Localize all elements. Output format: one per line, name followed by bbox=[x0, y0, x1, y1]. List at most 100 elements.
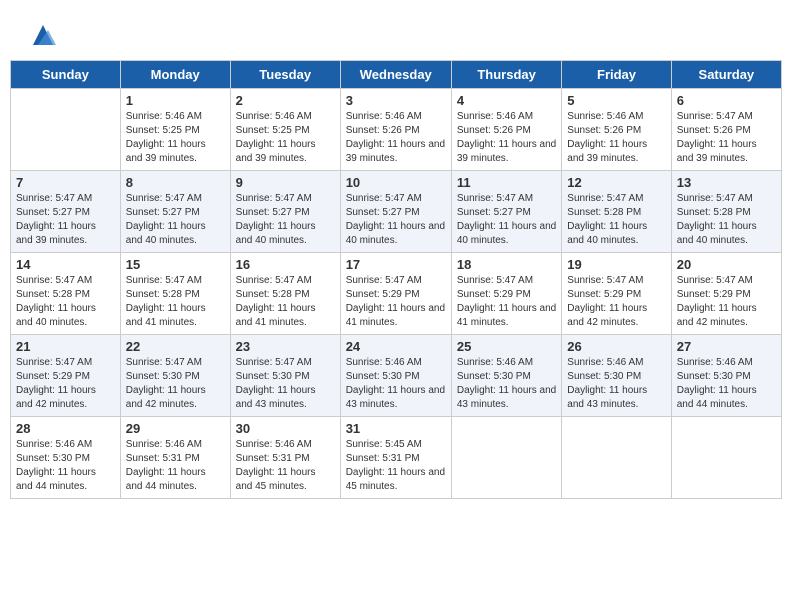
calendar-week-row: 21 Sunrise: 5:47 AM Sunset: 5:29 PM Dayli… bbox=[11, 335, 782, 417]
calendar-cell bbox=[671, 417, 781, 499]
calendar-cell: 25 Sunrise: 5:46 AM Sunset: 5:30 PM Dayli… bbox=[451, 335, 561, 417]
calendar-cell: 17 Sunrise: 5:47 AM Sunset: 5:29 PM Dayli… bbox=[340, 253, 451, 335]
day-info: Sunrise: 5:47 AM Sunset: 5:29 PM Dayligh… bbox=[16, 356, 115, 412]
calendar-cell: 6 Sunrise: 5:47 AM Sunset: 5:26 PM Daylig… bbox=[671, 89, 781, 171]
calendar-cell bbox=[11, 89, 121, 171]
day-number: 11 bbox=[457, 175, 556, 190]
calendar-cell: 5 Sunrise: 5:46 AM Sunset: 5:26 PM Daylig… bbox=[562, 89, 671, 171]
calendar-cell: 22 Sunrise: 5:47 AM Sunset: 5:30 PM Dayli… bbox=[120, 335, 230, 417]
day-number: 8 bbox=[126, 175, 225, 190]
day-info: Sunrise: 5:46 AM Sunset: 5:25 PM Dayligh… bbox=[126, 110, 225, 166]
day-number: 31 bbox=[346, 421, 446, 436]
day-info: Sunrise: 5:47 AM Sunset: 5:30 PM Dayligh… bbox=[236, 356, 335, 412]
day-number: 25 bbox=[457, 339, 556, 354]
day-number: 16 bbox=[236, 257, 335, 272]
day-info: Sunrise: 5:46 AM Sunset: 5:30 PM Dayligh… bbox=[457, 356, 556, 412]
day-number: 29 bbox=[126, 421, 225, 436]
day-number: 21 bbox=[16, 339, 115, 354]
calendar-week-row: 7 Sunrise: 5:47 AM Sunset: 5:27 PM Daylig… bbox=[11, 171, 782, 253]
day-info: Sunrise: 5:46 AM Sunset: 5:25 PM Dayligh… bbox=[236, 110, 335, 166]
calendar-week-row: 14 Sunrise: 5:47 AM Sunset: 5:28 PM Dayli… bbox=[11, 253, 782, 335]
page-header bbox=[10, 10, 782, 55]
day-number: 13 bbox=[677, 175, 776, 190]
day-number: 7 bbox=[16, 175, 115, 190]
calendar-table: SundayMondayTuesdayWednesdayThursdayFrid… bbox=[10, 60, 782, 499]
calendar-cell: 16Sunrise: 5:47 AM Sunset: 5:28 PM Dayli… bbox=[230, 253, 340, 335]
calendar-cell: 8 Sunrise: 5:47 AM Sunset: 5:27 PM Daylig… bbox=[120, 171, 230, 253]
calendar-cell: 29 Sunrise: 5:46 AM Sunset: 5:31 PM Dayli… bbox=[120, 417, 230, 499]
day-number: 19 bbox=[567, 257, 665, 272]
day-info: Sunrise: 5:46 AM Sunset: 5:31 PM Dayligh… bbox=[236, 438, 335, 494]
day-info: Sunrise: 5:47 AM Sunset: 5:27 PM Dayligh… bbox=[126, 192, 225, 248]
day-info: Sunrise: 5:46 AM Sunset: 5:30 PM Dayligh… bbox=[346, 356, 446, 412]
day-info: Sunrise: 5:46 AM Sunset: 5:26 PM Dayligh… bbox=[567, 110, 665, 166]
day-number: 26 bbox=[567, 339, 665, 354]
day-number: 6 bbox=[677, 93, 776, 108]
calendar-cell: 3 Sunrise: 5:46 AM Sunset: 5:26 PM Daylig… bbox=[340, 89, 451, 171]
calendar-cell bbox=[562, 417, 671, 499]
day-number: 30 bbox=[236, 421, 335, 436]
calendar-cell: 2Sunrise: 5:46 AM Sunset: 5:25 PM Daylig… bbox=[230, 89, 340, 171]
day-info: Sunrise: 5:47 AM Sunset: 5:27 PM Dayligh… bbox=[457, 192, 556, 248]
day-number: 20 bbox=[677, 257, 776, 272]
day-number: 17 bbox=[346, 257, 446, 272]
day-number: 3 bbox=[346, 93, 446, 108]
day-number: 15 bbox=[126, 257, 225, 272]
calendar-cell: 12Sunrise: 5:47 AM Sunset: 5:28 PM Dayli… bbox=[562, 171, 671, 253]
weekday-header-wednesday: Wednesday bbox=[340, 61, 451, 89]
day-number: 23 bbox=[236, 339, 335, 354]
day-number: 4 bbox=[457, 93, 556, 108]
calendar-cell: 26 Sunrise: 5:46 AM Sunset: 5:30 PM Dayli… bbox=[562, 335, 671, 417]
day-info: Sunrise: 5:47 AM Sunset: 5:26 PM Dayligh… bbox=[677, 110, 776, 166]
day-number: 18 bbox=[457, 257, 556, 272]
day-info: Sunrise: 5:47 AM Sunset: 5:30 PM Dayligh… bbox=[126, 356, 225, 412]
calendar-cell: 23 Sunrise: 5:47 AM Sunset: 5:30 PM Dayli… bbox=[230, 335, 340, 417]
day-info: Sunrise: 5:46 AM Sunset: 5:30 PM Dayligh… bbox=[677, 356, 776, 412]
calendar-week-row: 28 Sunrise: 5:46 AM Sunset: 5:30 PM Dayli… bbox=[11, 417, 782, 499]
day-number: 10 bbox=[346, 175, 446, 190]
calendar-cell: 9Sunrise: 5:47 AM Sunset: 5:27 PM Daylig… bbox=[230, 171, 340, 253]
weekday-header-sunday: Sunday bbox=[11, 61, 121, 89]
calendar-cell: 4 Sunrise: 5:46 AM Sunset: 5:26 PM Daylig… bbox=[451, 89, 561, 171]
day-info: Sunrise: 5:46 AM Sunset: 5:30 PM Dayligh… bbox=[567, 356, 665, 412]
day-info: Sunrise: 5:47 AM Sunset: 5:28 PM Dayligh… bbox=[567, 192, 665, 248]
day-info: Sunrise: 5:47 AM Sunset: 5:29 PM Dayligh… bbox=[457, 274, 556, 330]
calendar-cell: 24 Sunrise: 5:46 AM Sunset: 5:30 PM Dayli… bbox=[340, 335, 451, 417]
calendar-cell: 20Sunrise: 5:47 AM Sunset: 5:29 PM Dayli… bbox=[671, 253, 781, 335]
day-info: Sunrise: 5:45 AM Sunset: 5:31 PM Dayligh… bbox=[346, 438, 446, 494]
calendar-cell: 31 Sunrise: 5:45 AM Sunset: 5:31 PM Dayli… bbox=[340, 417, 451, 499]
calendar-cell: 15Sunrise: 5:47 AM Sunset: 5:28 PM Dayli… bbox=[120, 253, 230, 335]
day-info: Sunrise: 5:47 AM Sunset: 5:28 PM Dayligh… bbox=[16, 274, 115, 330]
calendar-cell: 7 Sunrise: 5:47 AM Sunset: 5:27 PM Daylig… bbox=[11, 171, 121, 253]
day-info: Sunrise: 5:47 AM Sunset: 5:27 PM Dayligh… bbox=[16, 192, 115, 248]
day-info: Sunrise: 5:47 AM Sunset: 5:27 PM Dayligh… bbox=[346, 192, 446, 248]
calendar-cell: 14 Sunrise: 5:47 AM Sunset: 5:28 PM Dayli… bbox=[11, 253, 121, 335]
calendar-cell: 11 Sunrise: 5:47 AM Sunset: 5:27 PM Dayli… bbox=[451, 171, 561, 253]
day-number: 24 bbox=[346, 339, 446, 354]
calendar-cell: 30 Sunrise: 5:46 AM Sunset: 5:31 PM Dayli… bbox=[230, 417, 340, 499]
day-info: Sunrise: 5:46 AM Sunset: 5:26 PM Dayligh… bbox=[346, 110, 446, 166]
day-number: 14 bbox=[16, 257, 115, 272]
day-number: 22 bbox=[126, 339, 225, 354]
day-info: Sunrise: 5:46 AM Sunset: 5:31 PM Dayligh… bbox=[126, 438, 225, 494]
weekday-header-friday: Friday bbox=[562, 61, 671, 89]
logo bbox=[25, 20, 58, 50]
weekday-header-row: SundayMondayTuesdayWednesdayThursdayFrid… bbox=[11, 61, 782, 89]
calendar-week-row: 1 Sunrise: 5:46 AM Sunset: 5:25 PM Daylig… bbox=[11, 89, 782, 171]
day-number: 9 bbox=[236, 175, 335, 190]
calendar-cell: 10 Sunrise: 5:47 AM Sunset: 5:27 PM Dayli… bbox=[340, 171, 451, 253]
calendar-cell: 1 Sunrise: 5:46 AM Sunset: 5:25 PM Daylig… bbox=[120, 89, 230, 171]
logo-icon bbox=[28, 20, 58, 50]
day-number: 28 bbox=[16, 421, 115, 436]
weekday-header-monday: Monday bbox=[120, 61, 230, 89]
calendar-cell: 21 Sunrise: 5:47 AM Sunset: 5:29 PM Dayli… bbox=[11, 335, 121, 417]
day-info: Sunrise: 5:46 AM Sunset: 5:26 PM Dayligh… bbox=[457, 110, 556, 166]
weekday-header-tuesday: Tuesday bbox=[230, 61, 340, 89]
calendar-cell: 27Sunrise: 5:46 AM Sunset: 5:30 PM Dayli… bbox=[671, 335, 781, 417]
day-number: 5 bbox=[567, 93, 665, 108]
day-info: Sunrise: 5:46 AM Sunset: 5:30 PM Dayligh… bbox=[16, 438, 115, 494]
calendar-cell bbox=[451, 417, 561, 499]
day-info: Sunrise: 5:47 AM Sunset: 5:29 PM Dayligh… bbox=[567, 274, 665, 330]
day-info: Sunrise: 5:47 AM Sunset: 5:29 PM Dayligh… bbox=[346, 274, 446, 330]
day-number: 1 bbox=[126, 93, 225, 108]
